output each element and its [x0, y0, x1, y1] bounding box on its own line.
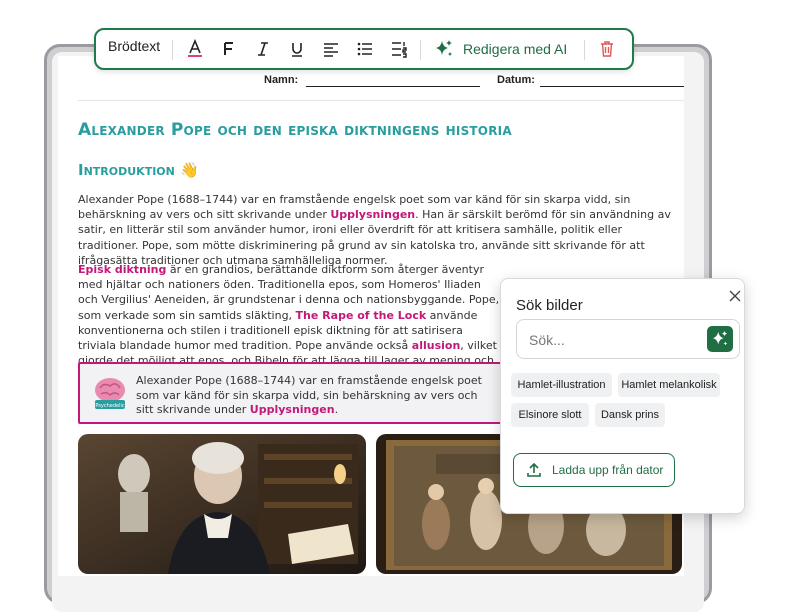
callout-term-upplysningen: Upplysningen [249, 403, 335, 416]
italic-button[interactable] [252, 36, 274, 62]
close-icon[interactable] [728, 289, 742, 303]
portrait-image[interactable] [78, 434, 366, 574]
document-title[interactable]: Alexander Pope och den episka diktningen… [78, 120, 512, 140]
portrait-illustration [78, 434, 366, 574]
toolbar-divider [584, 40, 585, 60]
formatting-toolbar: Brödtext Redigera med AI [94, 28, 634, 70]
wave-emoji: 👋 [180, 161, 199, 179]
text-color-button[interactable] [184, 36, 206, 62]
bold-button[interactable] [218, 36, 240, 62]
ai-search-button[interactable] [707, 326, 733, 352]
edit-with-ai-label: Redigera med AI [463, 41, 568, 57]
callout-text: Alexander Pope (1688–1744) var en framst… [136, 374, 496, 418]
header-divider [78, 100, 684, 101]
numbered-list-button[interactable] [388, 36, 410, 62]
date-field[interactable] [540, 86, 684, 87]
toolbar-divider [420, 40, 421, 60]
search-field [516, 319, 740, 359]
suggestion-chip[interactable]: Hamlet melankolisk [618, 373, 720, 397]
image-search-panel: Sök bilder Hamlet-illustration Hamlet me… [500, 278, 745, 514]
badge-label: Psychedelic [95, 403, 125, 409]
delete-button[interactable] [596, 36, 618, 62]
section-heading-intro[interactable]: Introduktion 👋 [78, 161, 199, 179]
term-allusion: allusion [411, 339, 461, 353]
trash-icon [601, 41, 613, 57]
sparkle-icon [436, 40, 452, 56]
brain-badge-icon: Psychedelic [95, 378, 125, 409]
align-button[interactable] [320, 36, 342, 62]
image-search-title: Sök bilder [516, 297, 583, 314]
callout-text-b: . [334, 403, 339, 416]
numbered-list-icon [392, 42, 407, 58]
edit-with-ai-button[interactable]: Redigera med AI [434, 36, 567, 62]
suggestion-chip[interactable]: Hamlet-illustration [511, 373, 612, 397]
bullet-list-icon [357, 42, 372, 56]
intro-paragraph[interactable]: Alexander Pope (1688–1744) var en framst… [78, 192, 684, 268]
align-left-icon [324, 43, 338, 57]
underline-button[interactable] [286, 36, 308, 62]
sparkle-icon [712, 330, 728, 346]
upload-label: Ladda upp från dator [552, 463, 664, 477]
suggestion-chip[interactable]: Dansk prins [595, 403, 665, 427]
upload-from-computer-button[interactable]: Ladda upp från dator [513, 453, 675, 487]
bullet-list-button[interactable] [354, 36, 376, 62]
callout-box[interactable]: Psychedelic Alexander Pope (1688–1744) v… [78, 362, 504, 424]
term-upplysningen: Upplysningen [330, 208, 416, 222]
suggestion-chip[interactable]: Elsinore slott [511, 403, 589, 427]
underline-icon [292, 43, 302, 57]
date-label: Datum: [497, 74, 535, 86]
term-episk-diktning: Episk diktning [78, 263, 167, 276]
intro-heading-text: Introduktion [78, 161, 175, 179]
italic-icon [258, 42, 268, 56]
text-style-dropdown[interactable]: Brödtext [108, 38, 160, 54]
name-label: Namn: [264, 74, 299, 86]
text-color-icon [188, 39, 202, 57]
search-input[interactable] [527, 329, 701, 351]
name-field[interactable] [306, 86, 480, 87]
bold-icon [224, 42, 233, 55]
toolbar-divider [172, 40, 173, 60]
term-rape-of-the-lock: The Rape of the Lock [295, 308, 427, 322]
upload-icon [527, 462, 541, 477]
